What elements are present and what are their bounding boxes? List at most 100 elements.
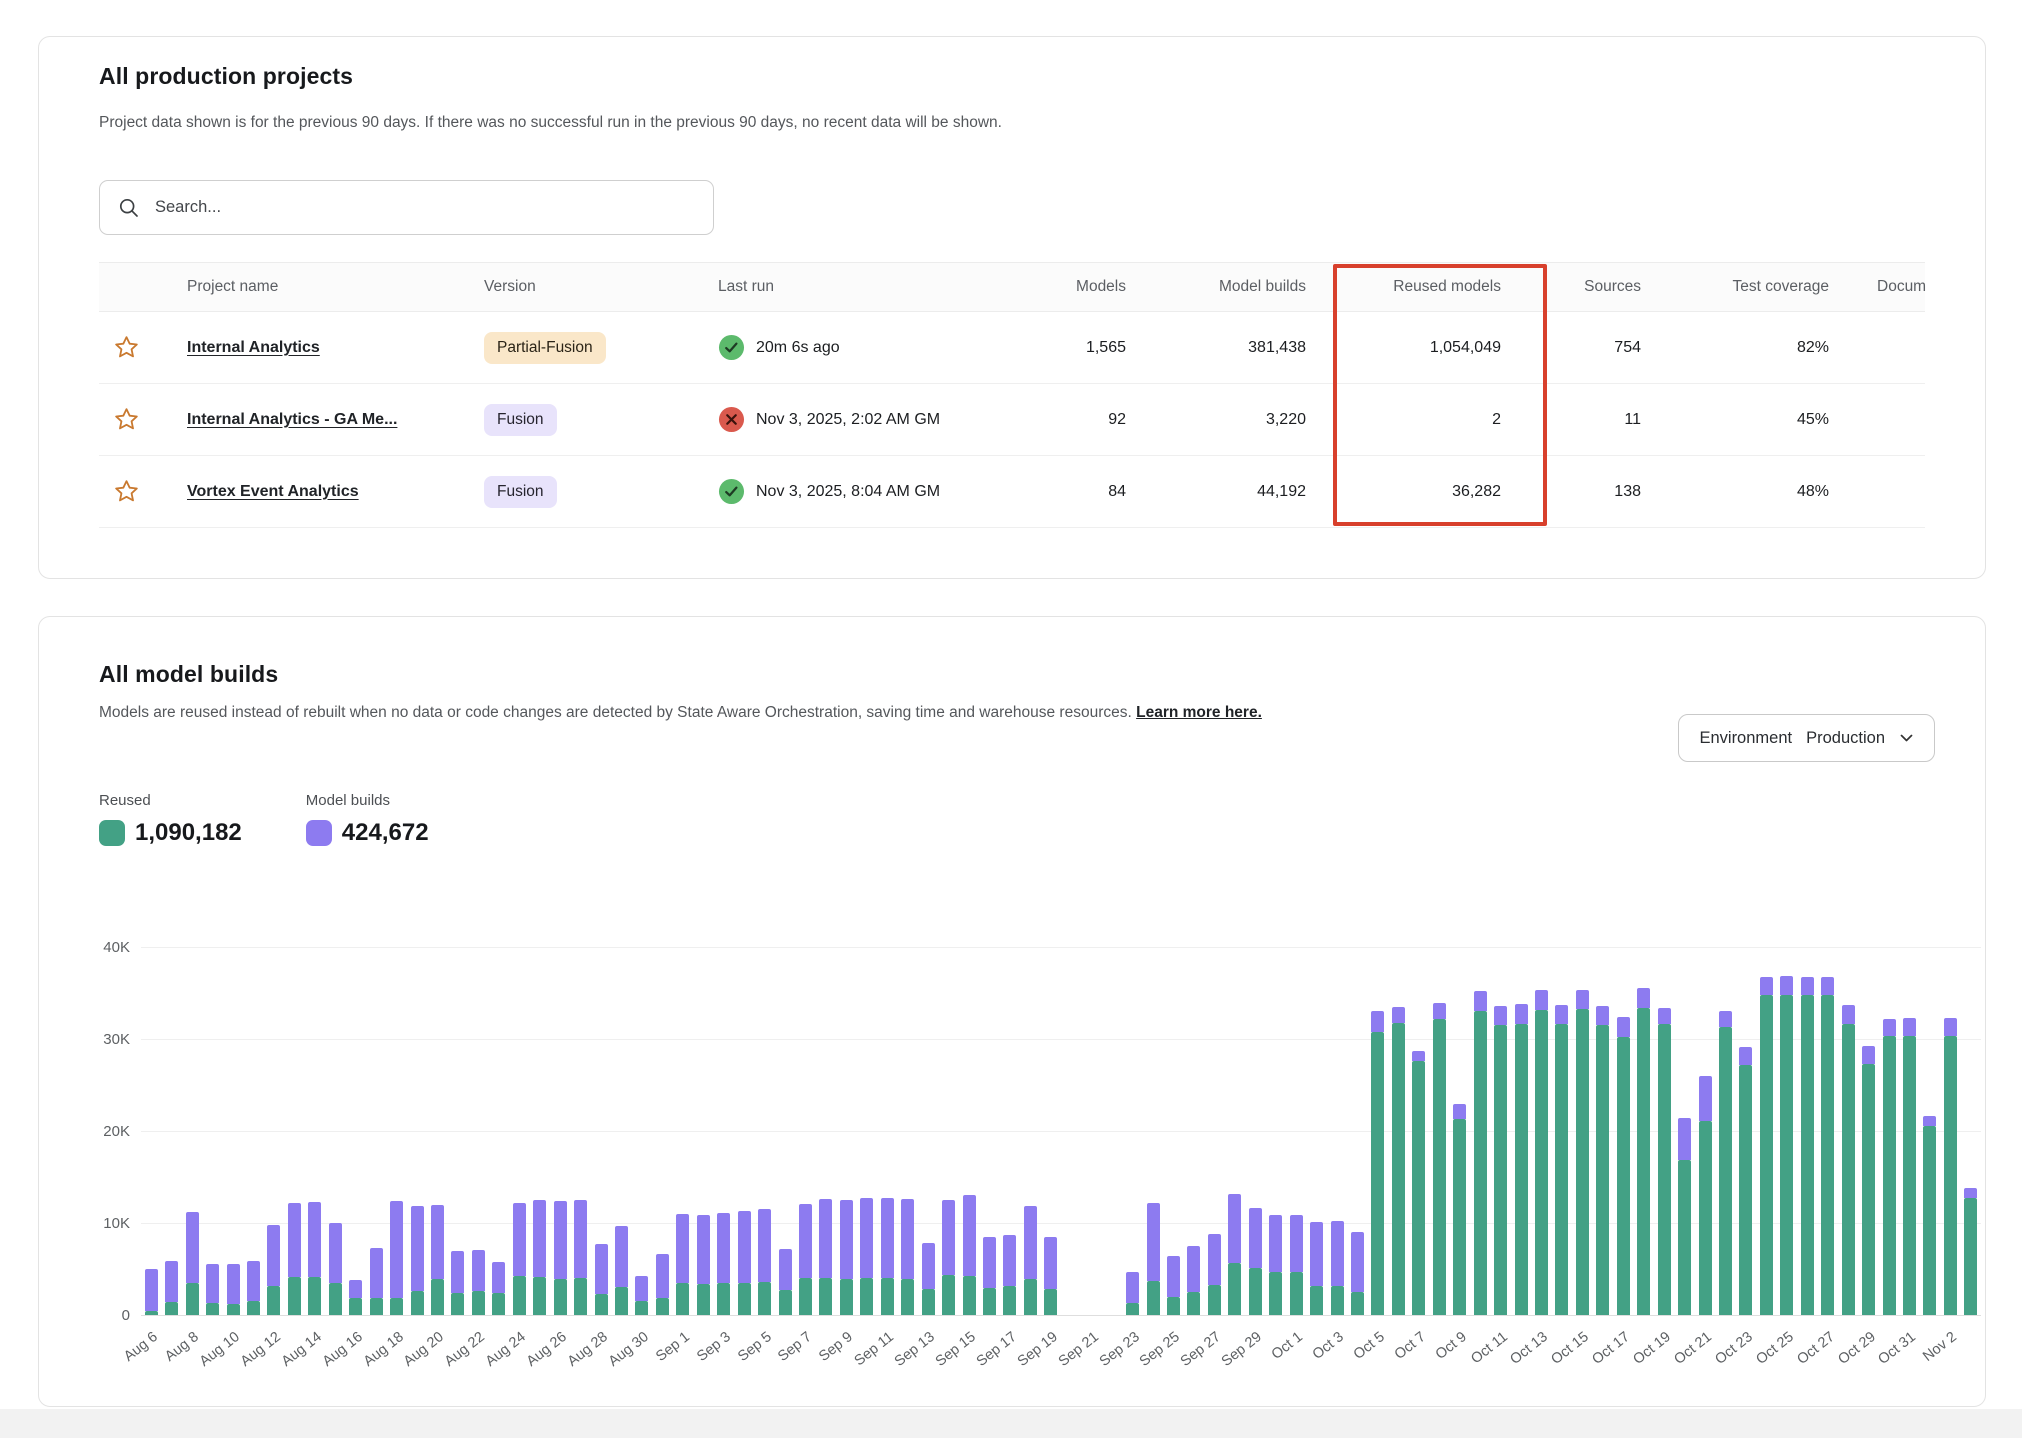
chart-bar-reused — [983, 1288, 996, 1315]
favorite-star-cell[interactable] — [99, 334, 187, 361]
chart-bar-model-builds — [1923, 1116, 1936, 1126]
chart-bar-model-builds — [390, 1201, 403, 1298]
chart-bar-model-builds — [779, 1249, 792, 1290]
chart-bar-model-builds — [1167, 1256, 1180, 1296]
chart-bar-model-builds — [472, 1250, 485, 1291]
chart-bar-model-builds — [963, 1195, 976, 1276]
legend-label: Model builds — [306, 792, 429, 809]
chart-bar-reused — [1780, 995, 1793, 1315]
chart-bar-reused — [758, 1282, 771, 1315]
table-body: Internal AnalyticsPartial-Fusion20m 6s a… — [99, 312, 1925, 528]
learn-more-link[interactable]: Learn more here. — [1136, 704, 1262, 721]
models-cell: 1,565 — [1018, 339, 1126, 357]
chart-bar-model-builds — [1290, 1215, 1303, 1272]
favorite-star-cell[interactable] — [99, 406, 187, 433]
col-header-reused-models[interactable]: Reused models — [1333, 278, 1547, 296]
chart-bar-reused — [472, 1291, 485, 1315]
legend-value: 1,090,182 — [135, 819, 242, 847]
col-header-models[interactable]: Models — [1018, 278, 1126, 296]
chart-bar-model-builds — [1249, 1208, 1262, 1268]
version-badge: Partial-Fusion — [484, 332, 606, 364]
chart-bar-model-builds — [983, 1237, 996, 1289]
chart-bar-reused — [1923, 1126, 1936, 1315]
chart-bar-reused — [595, 1294, 608, 1315]
chart-bar-model-builds — [1658, 1008, 1671, 1025]
chart-bar-model-builds — [1269, 1215, 1282, 1272]
col-header-project-name[interactable]: Project name — [187, 278, 484, 296]
search-input[interactable] — [153, 197, 695, 218]
chart-bar-reused — [860, 1278, 873, 1315]
chart-bar-reused — [840, 1279, 853, 1315]
builds-card-subtitle: Models are reused instead of rebuilt whe… — [99, 704, 1925, 722]
chart-bar-model-builds — [574, 1200, 587, 1278]
chart-bar-model-builds — [267, 1225, 280, 1287]
chart-bar-reused — [963, 1276, 976, 1315]
search-box[interactable] — [99, 180, 714, 235]
chart-bar-model-builds — [1842, 1005, 1855, 1024]
production-projects-card: All production projects Project data sho… — [38, 36, 1986, 579]
chart-bar-model-builds — [1555, 1005, 1568, 1024]
chart-bar-reused — [1617, 1037, 1630, 1315]
chart-bar-reused — [1392, 1023, 1405, 1315]
chart-bar-model-builds — [595, 1244, 608, 1294]
chart-bar-model-builds — [1412, 1051, 1425, 1061]
test-coverage-cell: 82% — [1661, 339, 1839, 357]
chart-bar-reused — [1821, 995, 1834, 1315]
star-icon[interactable] — [113, 478, 140, 505]
project-name-link[interactable]: Internal Analytics - GA Me... — [187, 411, 397, 428]
col-header-sources[interactable]: Sources — [1547, 278, 1661, 296]
chart-bar-reused — [1331, 1286, 1344, 1315]
chart-bar-model-builds — [1208, 1234, 1221, 1285]
col-header-model-builds[interactable]: Model builds — [1126, 278, 1333, 296]
last-run-cell: Nov 3, 2025, 8:04 AM GM — [718, 478, 1018, 505]
y-axis-label: 10K — [74, 1215, 130, 1232]
chart-bar-model-builds — [1003, 1235, 1016, 1286]
y-axis-label: 30K — [74, 1031, 130, 1048]
favorite-star-cell[interactable] — [99, 478, 187, 505]
chart-bar-reused — [1637, 1008, 1650, 1315]
chart-bar-reused — [533, 1277, 546, 1315]
star-icon[interactable] — [113, 406, 140, 433]
star-icon[interactable] — [113, 334, 140, 361]
table-row: Vortex Event AnalyticsFusionNov 3, 2025,… — [99, 456, 1925, 528]
chart-bar-model-builds — [1351, 1232, 1364, 1292]
chart-bar-model-builds — [513, 1203, 526, 1277]
chart-bar-reused — [349, 1298, 362, 1315]
chart-bar-model-builds — [1821, 977, 1834, 994]
environment-filter-dropdown[interactable]: Environment Production — [1678, 714, 1935, 762]
projects-card-title: All production projects — [99, 63, 1925, 90]
chart-bar-reused — [717, 1283, 730, 1315]
chart-plot-area: 010K20K30K40KAug 6Aug 8Aug 10Aug 12Aug 1… — [141, 947, 1981, 1315]
chart-bar-reused — [390, 1298, 403, 1315]
chart-bar-model-builds — [799, 1204, 812, 1279]
project-name-link[interactable]: Vortex Event Analytics — [187, 483, 359, 500]
sources-cell: 11 — [1547, 411, 1661, 429]
chart-bar-model-builds — [1780, 976, 1793, 994]
chart-bar-reused — [1187, 1292, 1200, 1315]
col-header-last-run[interactable]: Last run — [718, 278, 1018, 296]
legend-item: Reused1,090,182 — [99, 792, 242, 847]
chart-bar-model-builds — [206, 1264, 219, 1304]
chart-bar-reused — [513, 1276, 526, 1315]
chart-bar-model-builds — [1453, 1104, 1466, 1119]
gridline — [141, 947, 1981, 948]
version-cell: Partial-Fusion — [484, 332, 718, 364]
reused-models-cell: 1,054,049 — [1333, 339, 1547, 357]
chart-bar-reused — [1474, 1011, 1487, 1315]
chart-bar-reused — [1003, 1286, 1016, 1315]
chart-bar-reused — [247, 1301, 260, 1315]
chart-bar-model-builds — [1494, 1006, 1507, 1025]
projects-card-subtitle: Project data shown is for the previous 9… — [99, 114, 1925, 132]
chart-bar-model-builds — [1801, 977, 1814, 994]
project-name-link[interactable]: Internal Analytics — [187, 339, 320, 356]
col-header-documentation[interactable]: Docum — [1839, 278, 1927, 296]
project-name-cell: Internal Analytics - GA Me... — [187, 411, 484, 429]
chart-bar-reused — [1515, 1024, 1528, 1315]
chart-bar-model-builds — [1760, 977, 1773, 994]
chart-bar-reused — [901, 1279, 914, 1315]
chart-bar-reused — [881, 1278, 894, 1315]
chart-bar-model-builds — [717, 1213, 730, 1283]
chart-bar-reused — [1453, 1119, 1466, 1315]
col-header-version[interactable]: Version — [484, 278, 718, 296]
col-header-test-coverage[interactable]: Test coverage — [1661, 278, 1839, 296]
